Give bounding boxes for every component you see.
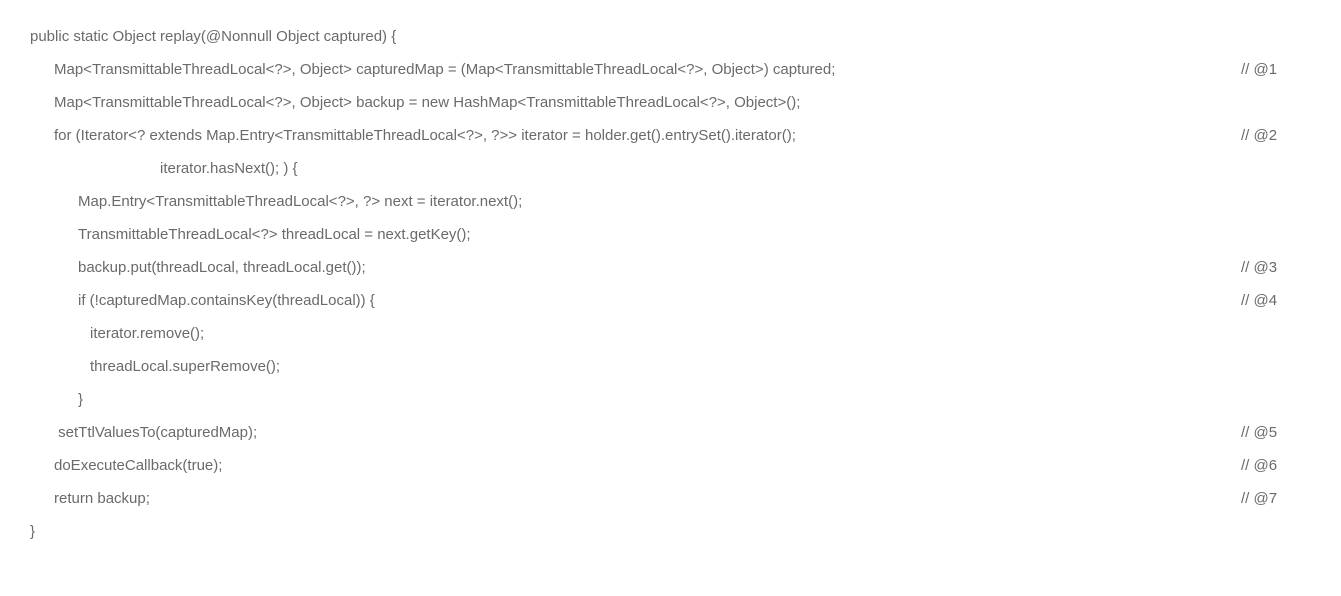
code-text: setTtlValuesTo(capturedMap); [30, 416, 1201, 449]
code-line: threadLocal.superRemove(); [30, 350, 1311, 383]
code-line: public static Object replay(@Nonnull Obj… [30, 20, 1311, 53]
code-comment [1201, 218, 1311, 251]
code-line: Map<TransmittableThreadLocal<?>, Object>… [30, 86, 1311, 119]
code-text: iterator.hasNext(); ) { [30, 152, 1201, 185]
code-text: iterator.remove(); [30, 317, 1201, 350]
code-text: backup.put(threadLocal, threadLocal.get(… [30, 251, 1201, 284]
code-text: if (!capturedMap.containsKey(threadLocal… [30, 284, 1201, 317]
code-text: Map.Entry<TransmittableThreadLocal<?>, ?… [30, 185, 1201, 218]
code-comment [1201, 515, 1311, 548]
code-comment [1201, 383, 1311, 416]
code-line: } [30, 515, 1311, 548]
code-text: Map<TransmittableThreadLocal<?>, Object>… [30, 86, 1201, 119]
code-line: TransmittableThreadLocal<?> threadLocal … [30, 218, 1311, 251]
code-comment: // @7 [1201, 482, 1311, 515]
code-line: iterator.hasNext(); ) { [30, 152, 1311, 185]
code-comment: // @3 [1201, 251, 1311, 284]
code-text: return backup; [30, 482, 1201, 515]
code-comment: // @5 [1201, 416, 1311, 449]
code-comment [1201, 317, 1311, 350]
code-block: public static Object replay(@Nonnull Obj… [30, 20, 1311, 548]
code-text: for (Iterator<? extends Map.Entry<Transm… [30, 119, 1201, 152]
code-line: doExecuteCallback(true);// @6 [30, 449, 1311, 482]
code-text: doExecuteCallback(true); [30, 449, 1201, 482]
code-comment [1201, 152, 1311, 185]
code-text: Map<TransmittableThreadLocal<?>, Object>… [30, 53, 1201, 86]
code-comment [1201, 185, 1311, 218]
code-comment: // @1 [1201, 53, 1311, 86]
code-line: if (!capturedMap.containsKey(threadLocal… [30, 284, 1311, 317]
code-comment: // @2 [1201, 119, 1311, 152]
code-text: } [30, 383, 1201, 416]
code-comment: // @4 [1201, 284, 1311, 317]
code-comment: // @6 [1201, 449, 1311, 482]
code-line: return backup;// @7 [30, 482, 1311, 515]
code-text: public static Object replay(@Nonnull Obj… [30, 20, 1201, 53]
code-text: threadLocal.superRemove(); [30, 350, 1201, 383]
code-line: Map<TransmittableThreadLocal<?>, Object>… [30, 53, 1311, 86]
code-line: setTtlValuesTo(capturedMap);// @5 [30, 416, 1311, 449]
code-comment [1201, 350, 1311, 383]
code-line: iterator.remove(); [30, 317, 1311, 350]
code-comment [1201, 86, 1311, 119]
code-line: for (Iterator<? extends Map.Entry<Transm… [30, 119, 1311, 152]
code-text: TransmittableThreadLocal<?> threadLocal … [30, 218, 1201, 251]
code-text: } [30, 515, 1201, 548]
code-line: backup.put(threadLocal, threadLocal.get(… [30, 251, 1311, 284]
code-line: } [30, 383, 1311, 416]
code-line: Map.Entry<TransmittableThreadLocal<?>, ?… [30, 185, 1311, 218]
code-comment [1201, 20, 1311, 53]
